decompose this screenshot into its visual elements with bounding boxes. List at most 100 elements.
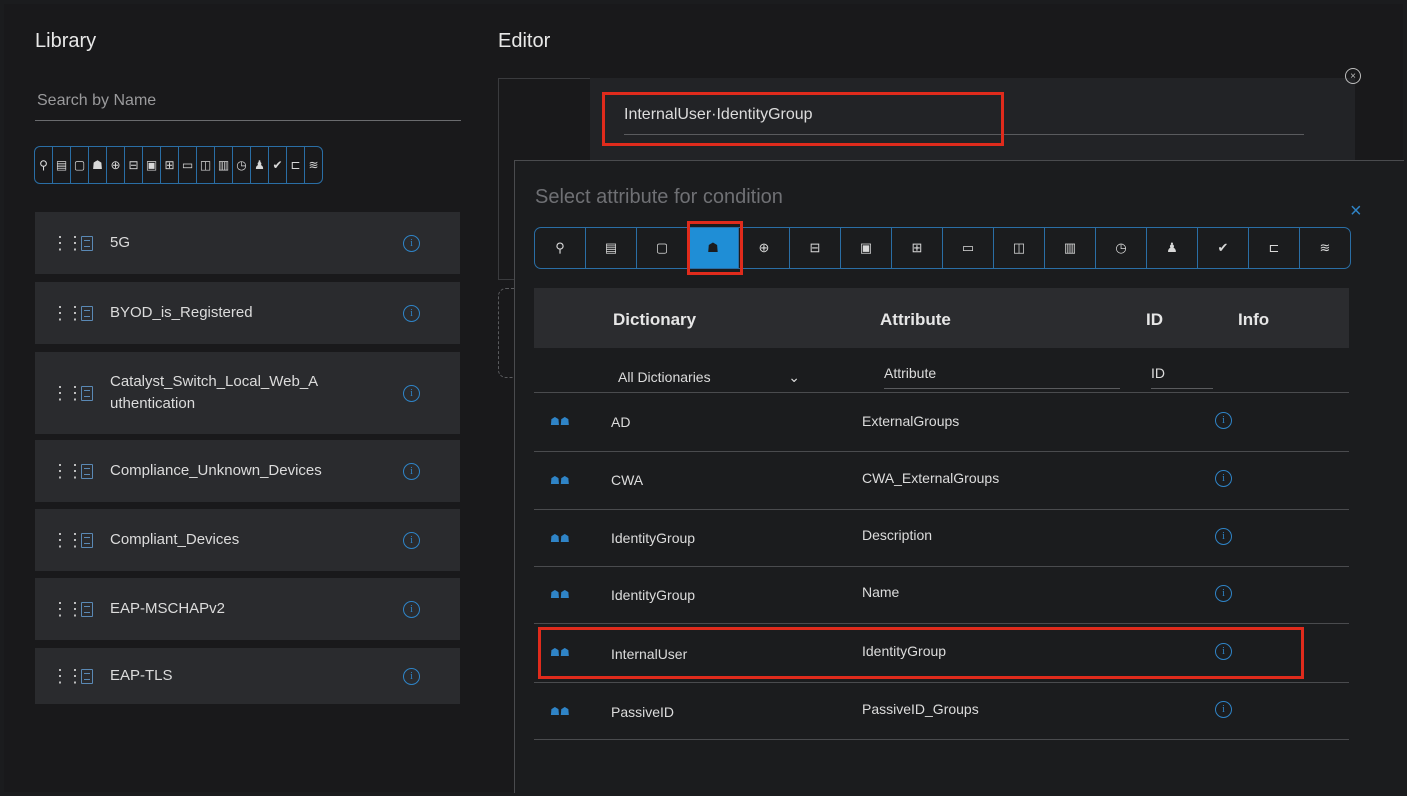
row-dictionary: IdentityGroup — [611, 530, 696, 546]
highlight-box — [687, 221, 743, 275]
drag-handle-icon[interactable]: ⋮⋮ — [51, 303, 84, 324]
group-icon: ☗☗ — [550, 706, 570, 718]
popup-close-icon[interactable]: × — [1350, 200, 1362, 223]
list-item[interactable]: ⋮⋮ BYOD_is_Registered i — [35, 282, 460, 344]
list-item-label: EAP-TLS — [110, 667, 173, 684]
info-icon[interactable]: i — [403, 234, 420, 252]
clock-icon[interactable]: ◷ — [233, 147, 251, 183]
drag-handle-icon[interactable]: ⋮⋮ — [51, 233, 84, 254]
desktop-icon[interactable]: ▣ — [143, 147, 161, 183]
drag-handle-icon[interactable]: ⋮⋮ — [51, 461, 84, 482]
globe-icon[interactable]: ⊕ — [107, 147, 125, 183]
editor-title: Editor — [498, 30, 551, 52]
group-icon[interactable]: ☗ — [89, 147, 107, 183]
id-filter-input[interactable]: ID — [1151, 362, 1213, 389]
row-divider — [534, 451, 1349, 452]
doc-icon[interactable]: ◫ — [994, 228, 1045, 268]
info-icon[interactable]: i — [403, 462, 420, 480]
location-icon[interactable]: ⚲ — [535, 228, 586, 268]
info-icon[interactable]: i — [403, 531, 420, 549]
clock-icon[interactable]: ◷ — [1096, 228, 1147, 268]
group-icon: ☗☗ — [550, 589, 570, 601]
globe-icon[interactable]: ⊕ — [739, 228, 790, 268]
condition-doc-icon — [81, 532, 93, 548]
attribute-filter-input[interactable]: Attribute — [884, 362, 1120, 389]
location-icon[interactable]: ⚲ — [35, 147, 53, 183]
info-icon[interactable]: i — [1215, 528, 1232, 545]
row-divider — [534, 509, 1349, 510]
row-divider — [534, 739, 1349, 740]
row-attribute: PassiveID_Groups — [862, 701, 979, 717]
hierarchy-icon[interactable]: ⊏ — [287, 147, 305, 183]
user-icon[interactable]: ♟ — [251, 147, 269, 183]
drag-handle-icon[interactable]: ⋮⋮ — [51, 666, 84, 687]
info-icon[interactable]: i — [1215, 412, 1232, 429]
column-header-attribute[interactable]: Attribute — [880, 310, 951, 330]
device-icon[interactable]: ▤ — [53, 147, 71, 183]
list-item-label: Catalyst_Switch_Local_Web_A uthenticatio… — [110, 373, 318, 412]
user-icon[interactable]: ♟ — [1147, 228, 1198, 268]
condition-doc-icon — [81, 235, 93, 251]
row-divider — [534, 392, 1349, 393]
router-icon[interactable]: ▭ — [943, 228, 994, 268]
highlight-box — [538, 627, 1304, 679]
library-icon-filter-bar: ⚲ ▤ ▢ ☗ ⊕ ⊟ ▣ ⊞ ▭ ◫ ▥ ◷ ♟ ✔ ⊏ ≋ — [34, 146, 323, 184]
info-icon[interactable]: i — [403, 304, 420, 322]
row-attribute: ExternalGroups — [862, 413, 960, 429]
doc-icon[interactable]: ◫ — [197, 147, 215, 183]
column-header-id[interactable]: ID — [1146, 310, 1163, 330]
desktop-icon[interactable]: ▣ — [841, 228, 892, 268]
list-item[interactable]: ⋮⋮ Compliance_Unknown_Devices i — [35, 440, 460, 502]
server-icon[interactable]: ▥ — [215, 147, 233, 183]
info-icon[interactable]: i — [1215, 585, 1232, 602]
row-divider — [534, 566, 1349, 567]
row-divider — [534, 623, 1349, 624]
square-icon[interactable]: ▢ — [637, 228, 688, 268]
list-item[interactable]: ⋮⋮ EAP-TLS i — [35, 648, 460, 704]
info-icon[interactable]: i — [1215, 701, 1232, 718]
popup-title: Select attribute for condition — [535, 186, 783, 208]
list-item[interactable]: ⋮⋮ EAP-MSCHAPv2 i — [35, 578, 460, 640]
list-item-label: EAP-MSCHAPv2 — [110, 600, 226, 617]
list-item[interactable]: ⋮⋮ Compliant_Devices i — [35, 509, 460, 571]
close-icon[interactable]: × — [1345, 68, 1361, 84]
monitor-icon[interactable]: ⊟ — [125, 147, 143, 183]
list-item[interactable]: ⋮⋮ 5G i — [35, 212, 460, 274]
group-icon: ☗☗ — [550, 533, 570, 545]
dictionary-filter-value: All Dictionaries — [618, 369, 711, 385]
check-icon[interactable]: ✔ — [269, 147, 287, 183]
condition-doc-icon — [81, 305, 93, 321]
check-icon[interactable]: ✔ — [1198, 228, 1249, 268]
condition-doc-icon — [81, 463, 93, 479]
group-icon: ☗☗ — [550, 475, 570, 487]
row-attribute: CWA_ExternalGroups — [862, 470, 1000, 486]
dictionary-filter-select[interactable]: All Dictionaries ⌄ — [618, 366, 806, 393]
monitor-icon[interactable]: ⊟ — [790, 228, 841, 268]
drag-handle-icon[interactable]: ⋮⋮ — [51, 599, 84, 620]
drag-handle-icon[interactable]: ⋮⋮ — [51, 383, 84, 404]
network-icon[interactable]: ⊞ — [161, 147, 179, 183]
search-input[interactable] — [35, 82, 461, 121]
row-attribute: Name — [862, 584, 900, 600]
list-item-label: BYOD_is_Registered — [110, 304, 253, 321]
info-icon[interactable]: i — [403, 667, 420, 685]
wifi-icon[interactable]: ≋ — [305, 147, 322, 183]
group-icon: ☗☗ — [550, 416, 570, 428]
server-icon[interactable]: ▥ — [1045, 228, 1096, 268]
info-icon[interactable]: i — [403, 600, 420, 618]
condition-doc-icon — [81, 601, 93, 617]
wifi-icon[interactable]: ≋ — [1300, 228, 1350, 268]
network-icon[interactable]: ⊞ — [892, 228, 943, 268]
column-header-info[interactable]: Info — [1238, 310, 1269, 330]
row-attribute: Description — [862, 527, 933, 543]
info-icon[interactable]: i — [403, 384, 420, 402]
info-icon[interactable]: i — [1215, 470, 1232, 487]
list-item[interactable]: ⋮⋮ Catalyst_Switch_Local_Web_A uthentica… — [35, 352, 460, 434]
drag-handle-icon[interactable]: ⋮⋮ — [51, 530, 84, 551]
router-icon[interactable]: ▭ — [179, 147, 197, 183]
hierarchy-icon[interactable]: ⊏ — [1249, 228, 1300, 268]
row-dictionary: IdentityGroup — [611, 587, 696, 603]
device-icon[interactable]: ▤ — [586, 228, 637, 268]
square-icon[interactable]: ▢ — [71, 147, 89, 183]
column-header-dictionary[interactable]: Dictionary — [613, 310, 696, 330]
